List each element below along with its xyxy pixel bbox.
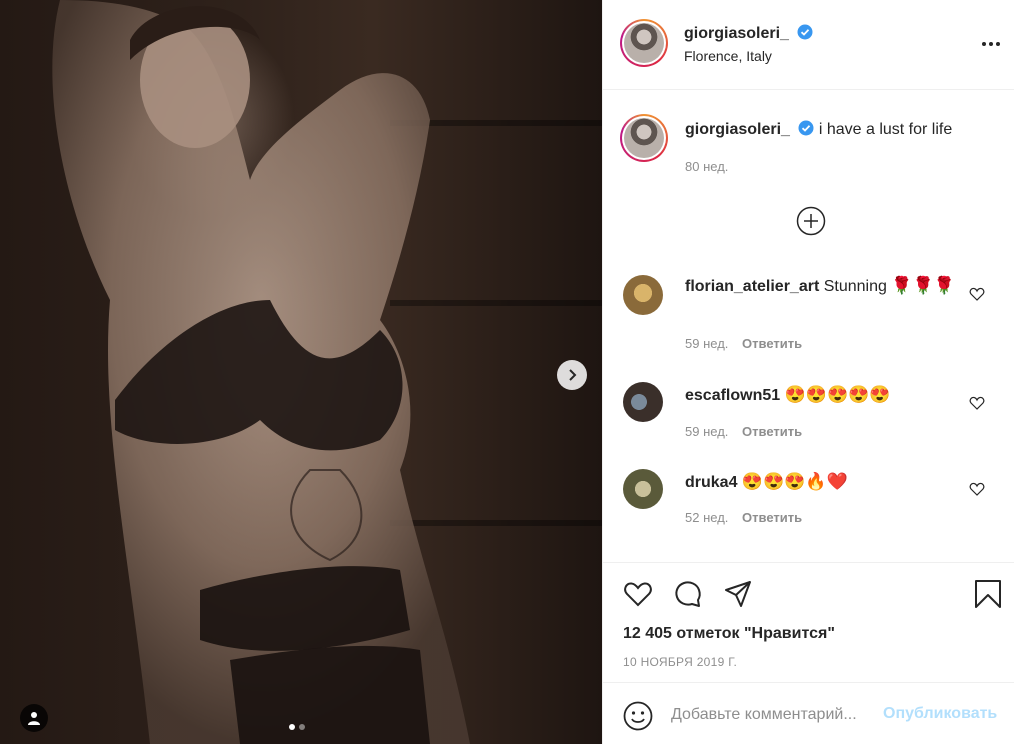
caption-username[interactable]: giorgiasoleri_ [685,121,790,138]
comment-emoji: 🌹🌹🌹 [891,276,955,295]
author-name-row: giorgiasoleri_ [684,24,813,43]
comment-body: escaflown51 😍😍😍😍😍 [685,384,955,407]
reply-button[interactable]: Ответить [742,424,802,439]
likes-count[interactable]: 12 405 отметок "Нравится" [623,625,835,643]
commenter-avatar[interactable] [623,469,663,509]
more-icon [982,42,986,46]
post-header: giorgiasoleri_ Florence, Italy [603,0,1014,90]
reply-button[interactable]: Ответить [742,510,802,525]
comment-username[interactable]: druka4 [685,474,737,491]
caption-author-avatar[interactable] [620,114,668,162]
comment-age: 59 нед. [685,424,729,439]
chevron-right-icon [569,369,577,381]
post-date[interactable]: 10 НОЯБРЯ 2019 Г. [623,655,737,669]
caption: giorgiasoleri_ i have a lust for life [685,120,952,139]
user-tags-button[interactable] [20,704,48,732]
post-media[interactable] [0,0,602,744]
comment-body: florian_atelier_art Stunning 🌹🌹🌹 [685,275,955,298]
photo-subject [52,0,470,744]
heart-icon[interactable] [969,481,985,497]
comment-age: 59 нед. [685,336,729,351]
heart-icon[interactable] [969,395,985,411]
more-options-button[interactable] [979,34,1003,54]
verified-icon [798,120,814,136]
commenter-avatar[interactable] [623,275,663,315]
media-pagination [289,724,305,730]
comment-text: Stunning [823,278,887,295]
heart-icon[interactable] [623,579,653,609]
author-avatar[interactable] [620,19,668,67]
post-dialog: giorgiasoleri_ Florence, Italy giorgiaso… [0,0,1014,744]
smile-icon[interactable] [623,701,653,731]
post-sidebar: giorgiasoleri_ Florence, Italy giorgiaso… [602,0,1014,744]
bookmark-icon[interactable] [973,579,1003,609]
add-comment-bar: Опубликовать [603,682,1014,744]
comment-meta: 52 нед. Ответить [685,510,802,525]
plus-circle-icon[interactable] [796,206,826,236]
reply-button[interactable]: Ответить [742,336,802,351]
heart-icon[interactable] [969,286,985,302]
comment-input[interactable] [671,703,881,727]
pagination-dot-active [289,724,295,730]
share-icon[interactable] [723,579,753,609]
comment-emoji: 😍😍😍🔥❤️ [741,472,848,491]
author-username[interactable]: giorgiasoleri_ [684,25,789,42]
caption-text: i have a lust for life [818,121,953,138]
post-actions: 12 405 отметок "Нравится" 10 НОЯБРЯ 2019… [603,562,1014,682]
caption-age: 80 нед. [685,159,729,174]
verified-icon [797,24,813,40]
pagination-dot [299,724,305,730]
publish-button[interactable]: Опубликовать [883,705,997,723]
next-media-button[interactable] [557,360,587,390]
post-location[interactable]: Florence, Italy [684,48,772,64]
comment-icon[interactable] [673,579,703,609]
commenter-avatar[interactable] [623,382,663,422]
comment-username[interactable]: florian_atelier_art [685,278,819,295]
comment-username[interactable]: escaflown51 [685,387,780,404]
comment-body: druka4 😍😍😍🔥❤️ [685,471,955,494]
comment-meta: 59 нед. Ответить [685,424,802,439]
comment-meta: 59 нед. Ответить [685,336,802,351]
comment-emoji: 😍😍😍😍😍 [784,385,891,404]
comment-age: 52 нед. [685,510,729,525]
user-tag-icon [28,712,40,725]
